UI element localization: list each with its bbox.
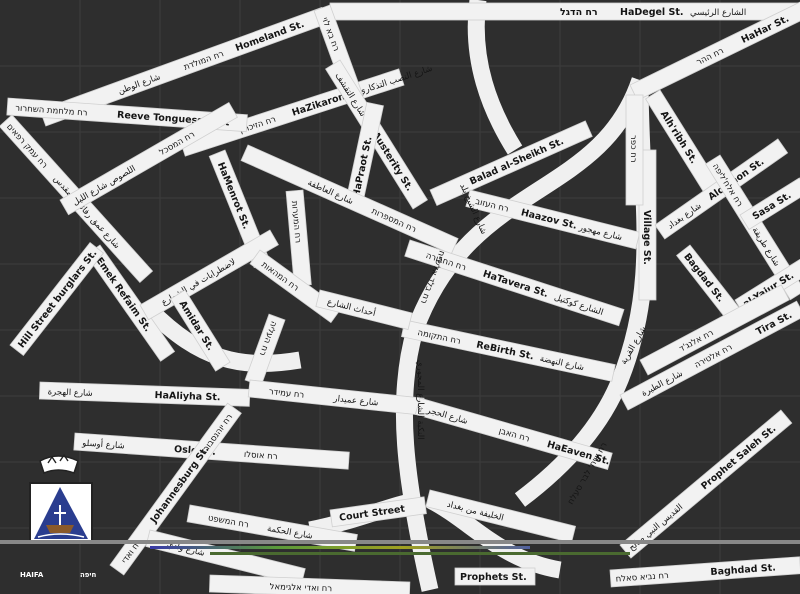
ministry-ar-label: النكبة الشارع المجوري [415,360,425,440]
prophet-saleh-en-label: Prophet Saleh St. [699,423,778,492]
village-en-label: Village St. [641,210,652,265]
haifa-street-map: רח הדגל HaDegel St. الشارع الرئيسي شارع … [0,0,800,594]
haaliyha-en-label: HaAliyha St. [154,390,220,403]
hadegel-he-label: רח הדגל [560,7,598,18]
alhrib-en-label: Alh'ribh St. [658,109,699,166]
scan-glitch-band [0,540,800,544]
hijra-ar-label: شارع الهجرة [47,387,92,399]
bagdad-en-label: Bagdad St. [681,251,726,304]
kafr-he-label: רח כפר [628,135,638,163]
emblem-caption-he: חיפה [80,571,96,579]
street-austerity-curve [467,0,523,155]
emblem-caption-en: HAIFA [20,571,44,579]
scan-glitch-band-dark [210,552,630,555]
scan-glitch-band-color [150,546,530,549]
emek-he-label: רח עמק רפאים [4,122,49,171]
hill-en-label: Hill Street burglars St. [16,248,99,350]
hadegel-ar-label: الشارع الرئيسي [690,8,746,18]
haifa-emblem: HAIFA חיפה [20,453,96,579]
hadegel-en-label: HaDegel St. [620,7,684,18]
thieves-ar-label: اللصوص شارع الليل [71,164,137,208]
prophets-en-label: Prophets St. [460,572,527,583]
wadi-gimal-he-label: רח ואדי אלגימאל [269,582,332,594]
